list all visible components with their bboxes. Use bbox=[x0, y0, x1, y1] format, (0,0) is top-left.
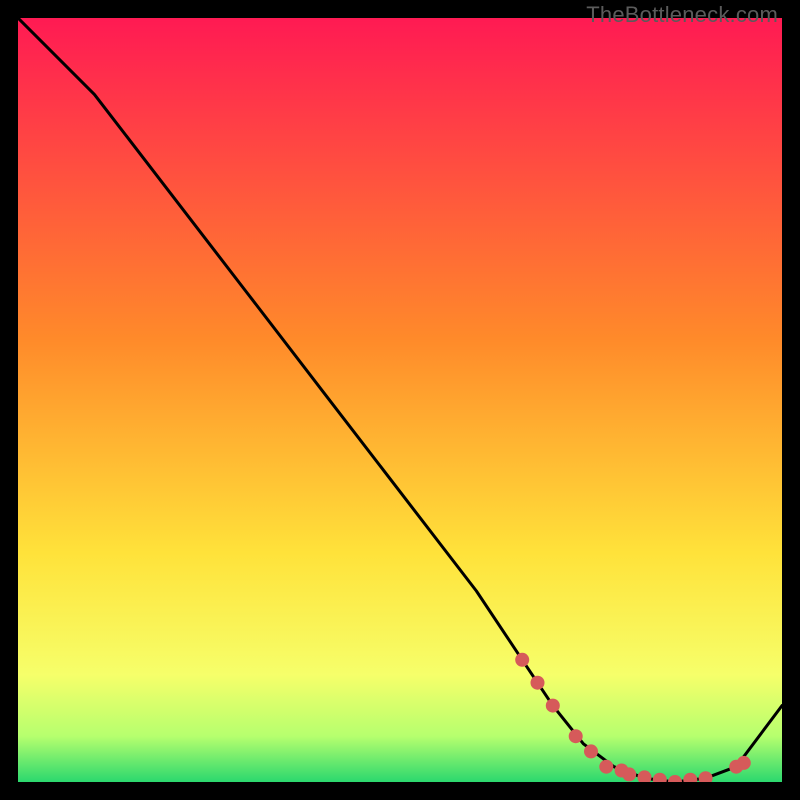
data-point bbox=[622, 767, 636, 781]
chart-svg bbox=[18, 18, 782, 782]
data-point bbox=[737, 756, 751, 770]
data-point bbox=[546, 699, 560, 713]
chart-frame bbox=[18, 18, 782, 782]
data-point bbox=[531, 676, 545, 690]
data-point bbox=[569, 729, 583, 743]
data-point bbox=[599, 760, 613, 774]
data-point bbox=[584, 744, 598, 758]
data-point bbox=[515, 653, 529, 667]
gradient-background bbox=[18, 18, 782, 782]
watermark-text: TheBottleneck.com bbox=[586, 2, 778, 28]
